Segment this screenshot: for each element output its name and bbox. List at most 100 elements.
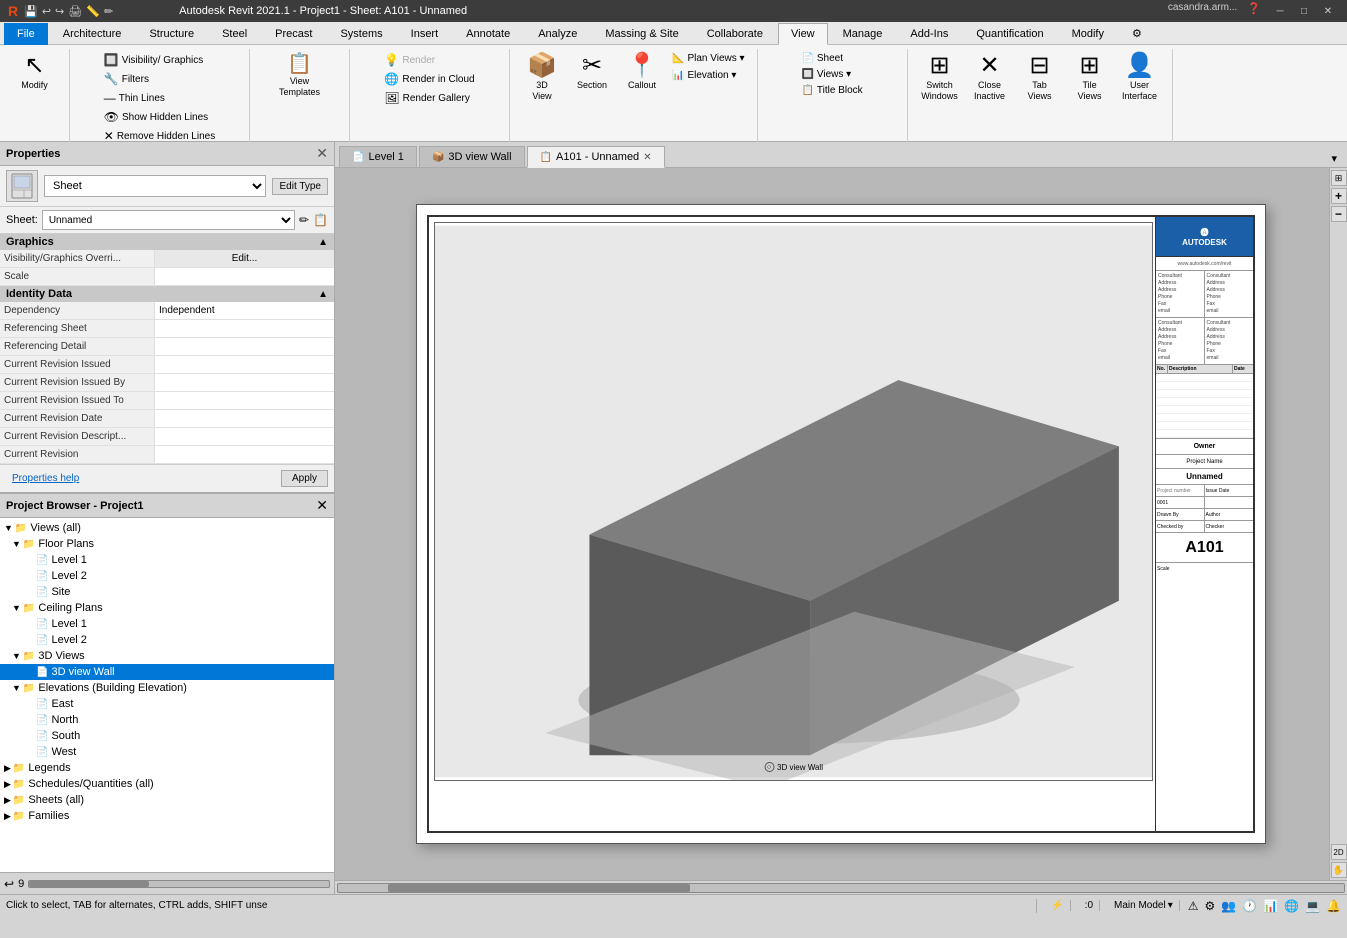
users-icon[interactable]: 👥 <box>1221 899 1236 913</box>
measure-icon[interactable]: 📏 <box>86 5 100 18</box>
browser-scrollbar[interactable] <box>28 880 330 888</box>
views-all-row[interactable]: ▼ 📁 Views (all) <box>0 521 334 535</box>
annotation-icon[interactable]: ✏ <box>104 5 113 18</box>
render-gallery-button[interactable]: 🖼 Render Gallery <box>380 89 474 107</box>
families-row[interactable]: ▶ 📁 Families <box>0 809 334 823</box>
apply-button[interactable]: Apply <box>281 470 328 487</box>
tab-annotate[interactable]: Annotate <box>453 23 523 44</box>
tree-families[interactable]: ▶ 📁 Families <box>0 808 334 824</box>
tile-views-button[interactable]: ⊞ TileViews <box>1066 51 1114 105</box>
properties-close-button[interactable]: ✕ <box>316 145 328 162</box>
curr-rev-issued-value[interactable] <box>155 356 334 373</box>
tab-precast[interactable]: Precast <box>262 23 325 44</box>
curr-rev-value[interactable] <box>155 446 334 463</box>
a101-tab-close[interactable]: ✕ <box>643 152 651 163</box>
identity-section-header[interactable]: Identity Data ▲ <box>0 286 334 302</box>
print-icon[interactable]: 🖨 <box>68 5 82 18</box>
view-templates-button[interactable]: 📋 View Templates <box>272 51 328 101</box>
tree-level1-fp[interactable]: 📄 Level 1 <box>0 552 334 568</box>
tree-elevations[interactable]: ▼ 📁 Elevations (Building Elevation) <box>0 680 334 696</box>
switch-windows-button[interactable]: ⊞ SwitchWindows <box>916 51 964 105</box>
render-button[interactable]: 💡 Render <box>380 51 439 69</box>
tree-sheets[interactable]: ▶ 📁 Sheets (all) <box>0 792 334 808</box>
filters-button[interactable]: 🔧 Filters <box>100 70 153 88</box>
sheet-button[interactable]: 📄 Sheet <box>797 51 847 66</box>
tab-manage[interactable]: Manage <box>830 23 896 44</box>
viewport-3d[interactable]: ○ 3D view Wall <box>434 222 1153 781</box>
curr-rev-issued-by-value[interactable] <box>155 374 334 391</box>
tree-3d-views[interactable]: ▼ 📁 3D Views <box>0 648 334 664</box>
tree-floor-plans[interactable]: ▼ 📁 Floor Plans <box>0 536 334 552</box>
level2-cp-row[interactable]: 📄 Level 2 <box>0 633 334 647</box>
tab-steel[interactable]: Steel <box>209 23 260 44</box>
floor-plans-expand[interactable]: ▼ <box>12 539 21 549</box>
tab-massing[interactable]: Massing & Site <box>592 23 691 44</box>
section-button[interactable]: ✂ Section <box>568 51 616 94</box>
tab-structure[interactable]: Structure <box>136 23 207 44</box>
ceiling-plans-row[interactable]: ▼ 📁 Ceiling Plans <box>0 601 334 615</box>
tree-ceiling-plans[interactable]: ▼ 📁 Ceiling Plans <box>0 600 334 616</box>
user-interface-button[interactable]: 👤 UserInterface <box>1116 51 1164 105</box>
tree-3d-wall[interactable]: 📄 3D view Wall <box>0 664 334 680</box>
tab-views-button[interactable]: ⊟ TabViews <box>1016 51 1064 105</box>
info-icon[interactable]: ❓ <box>1247 2 1261 20</box>
ref-sheet-value[interactable] <box>155 320 334 337</box>
families-expand[interactable]: ▶ <box>4 811 11 822</box>
globe-icon[interactable]: 🌐 <box>1284 899 1299 913</box>
model-dropdown-icon[interactable]: ▾ <box>1168 900 1173 911</box>
new-tab-dropdown[interactable]: ▾ <box>1325 150 1343 167</box>
tree-schedules[interactable]: ▶ 📁 Schedules/Quantities (all) <box>0 776 334 792</box>
coord-item[interactable]: :0 <box>1079 900 1100 911</box>
elevation-button[interactable]: 📊 Elevation ▾ <box>668 68 749 83</box>
zoom-fit-button[interactable]: ⊞ <box>1331 170 1347 186</box>
views-button[interactable]: 🔲 Views ▾ <box>797 67 855 82</box>
3d-wall-row[interactable]: 📄 3D view Wall <box>0 665 334 679</box>
east-row[interactable]: 📄 East <box>0 697 334 711</box>
snap-icon-item[interactable]: ⚡ <box>1045 900 1070 911</box>
edit-sheet-icon[interactable]: ✏ <box>299 213 309 227</box>
schedules-expand[interactable]: ▶ <box>4 779 11 790</box>
close-inactive-button[interactable]: ✕ CloseInactive <box>966 51 1014 105</box>
close-button[interactable]: ✕ <box>1317 2 1339 20</box>
curr-rev-date-value[interactable] <box>155 410 334 427</box>
west-row[interactable]: 📄 West <box>0 745 334 759</box>
tree-west[interactable]: 📄 West <box>0 744 334 760</box>
restore-button[interactable]: □ <box>1293 2 1315 20</box>
tab-quantification[interactable]: Quantification <box>963 23 1056 44</box>
title-block-button[interactable]: 📋 Title Block <box>797 83 866 98</box>
sheet-properties-icon[interactable]: 📋 <box>313 213 328 227</box>
3d-views-row[interactable]: ▼ 📁 3D Views <box>0 649 334 663</box>
3d-view-button[interactable]: 📦 3DView <box>518 51 566 105</box>
tree-east[interactable]: 📄 East <box>0 696 334 712</box>
tree-level2-cp[interactable]: 📄 Level 2 <box>0 632 334 648</box>
redo-icon[interactable]: ↪ <box>55 5 64 18</box>
south-row[interactable]: 📄 South <box>0 729 334 743</box>
thin-lines-button[interactable]: — Thin Lines <box>100 89 169 107</box>
h-scrollbar-track[interactable] <box>337 883 1345 893</box>
site-row[interactable]: 📄 Site <box>0 585 334 599</box>
tree-legends[interactable]: ▶ 📁 Legends <box>0 760 334 776</box>
edit-type-button[interactable]: Edit Type <box>272 178 328 195</box>
save-icon[interactable]: 💾 <box>24 5 38 18</box>
curr-rev-desc-value[interactable] <box>155 428 334 445</box>
tab-file[interactable]: File <box>4 23 48 45</box>
schedules-row[interactable]: ▶ 📁 Schedules/Quantities (all) <box>0 777 334 791</box>
callout-button[interactable]: 📍 Callout <box>618 51 666 94</box>
zoom-out-button[interactable]: − <box>1331 206 1347 222</box>
tree-south[interactable]: 📄 South <box>0 728 334 744</box>
ref-detail-value[interactable] <box>155 338 334 355</box>
warning-icon[interactable]: ⚠ <box>1188 899 1199 913</box>
tab-a101[interactable]: 📋 A101 - Unnamed ✕ <box>527 146 665 168</box>
type-dropdown[interactable]: Sheet <box>44 175 266 197</box>
graphics-section-header[interactable]: Graphics ▲ <box>0 234 334 250</box>
pan-button[interactable]: ✋ <box>1331 862 1347 878</box>
tree-north[interactable]: 📄 North <box>0 712 334 728</box>
sheets-row[interactable]: ▶ 📁 Sheets (all) <box>0 793 334 807</box>
project-browser-close[interactable]: ✕ <box>316 497 328 514</box>
project-browser-tree[interactable]: ▼ 📁 Views (all) ▼ 📁 Floor Plans 📄 <box>0 518 334 872</box>
tab-3d-wall[interactable]: 📦 3D view Wall <box>419 146 525 167</box>
curr-rev-issued-to-value[interactable] <box>155 392 334 409</box>
tab-insert[interactable]: Insert <box>398 23 452 44</box>
render-cloud-button[interactable]: 🌐 Render in Cloud <box>380 70 478 88</box>
tab-addins[interactable]: Add-Ins <box>897 23 961 44</box>
